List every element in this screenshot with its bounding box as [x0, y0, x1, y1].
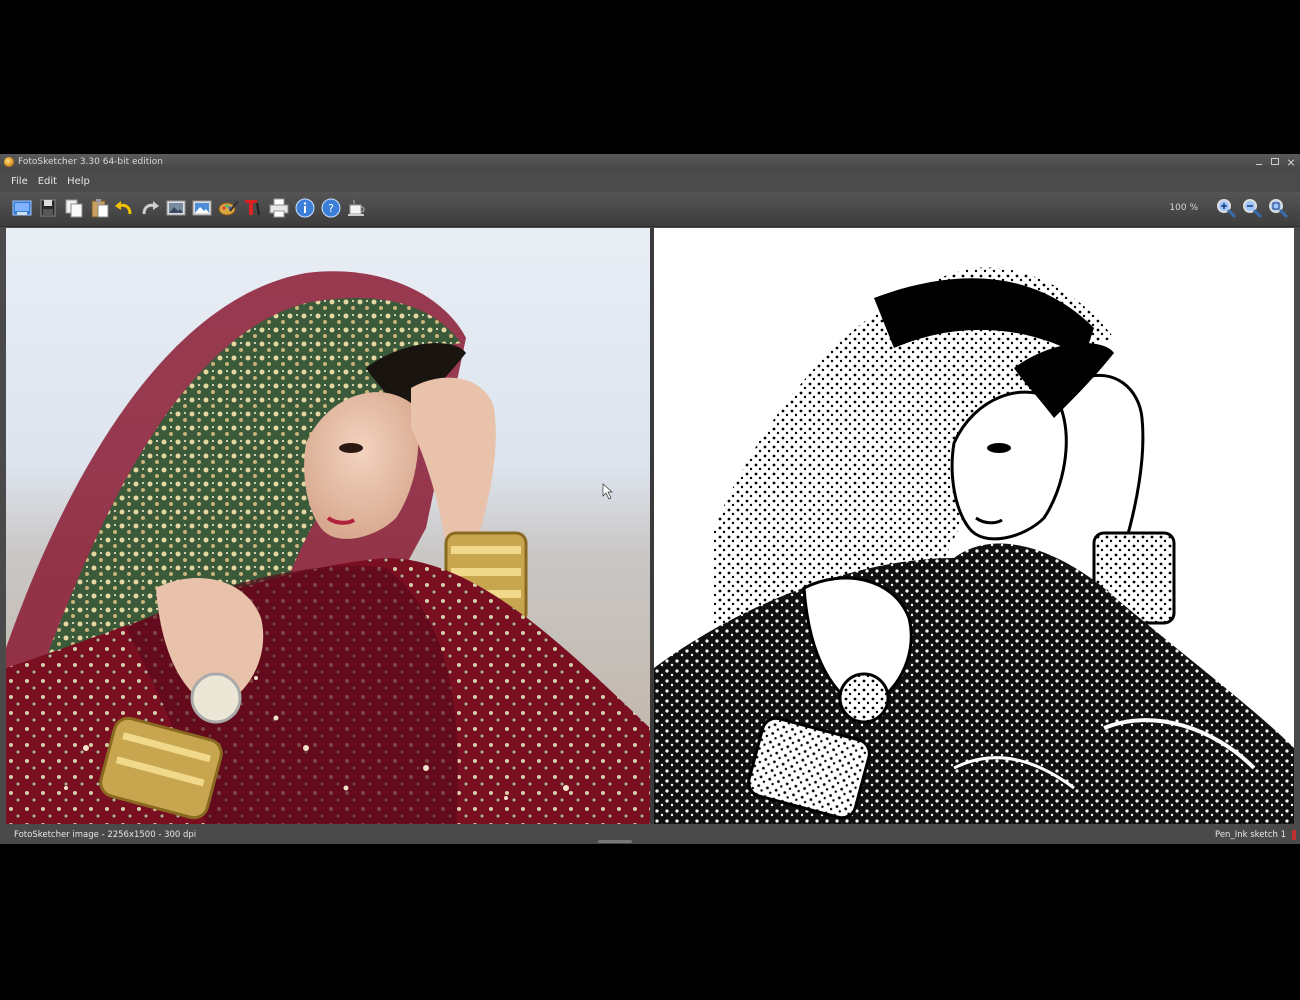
image-info-status: FotoSketcher image - 2256x1500 - 300 dpi — [14, 830, 197, 840]
resize-grip[interactable] — [1292, 830, 1296, 840]
copy-icon[interactable] — [63, 197, 85, 219]
zoom-level: 100 % — [1169, 203, 1198, 213]
drawing-parameters-icon[interactable] — [217, 197, 239, 219]
toolbar: ? 100 % — [0, 192, 1300, 227]
undo-icon[interactable] — [113, 197, 135, 219]
zoom-in-icon[interactable] — [1215, 197, 1237, 219]
info-icon[interactable] — [294, 197, 316, 219]
save-icon[interactable] — [37, 197, 59, 219]
status-bar: FotoSketcher image - 2256x1500 - 300 dpi… — [0, 826, 1300, 844]
show-result-icon[interactable] — [191, 197, 213, 219]
close-button[interactable] — [1286, 154, 1296, 170]
sketch-image — [654, 228, 1294, 824]
menu-edit[interactable]: Edit — [33, 176, 62, 187]
open-image-icon[interactable] — [11, 197, 33, 219]
menu-file[interactable]: File — [6, 176, 33, 187]
show-original-icon[interactable] — [165, 197, 187, 219]
maximize-button[interactable] — [1270, 154, 1280, 170]
title-bar[interactable]: FotoSketcher 3.30 64-bit edition — [0, 154, 1300, 170]
help-icon[interactable]: ? — [320, 197, 342, 219]
donate-coffee-icon[interactable] — [346, 197, 368, 219]
canvas-area — [6, 228, 1294, 824]
print-icon[interactable] — [268, 197, 290, 219]
minimize-button[interactable] — [1254, 154, 1264, 170]
zoom-fit-icon[interactable] — [1267, 197, 1289, 219]
add-text-icon[interactable] — [241, 197, 263, 219]
menu-help[interactable]: Help — [62, 176, 95, 187]
window-title: FotoSketcher 3.30 64-bit edition — [18, 157, 164, 167]
original-photo — [6, 228, 650, 824]
panel-splitter-handle[interactable] — [598, 840, 632, 843]
zoom-out-icon[interactable] — [1241, 197, 1263, 219]
window-controls — [1254, 154, 1296, 170]
original-image-panel[interactable] — [6, 228, 650, 824]
app-window: FotoSketcher 3.30 64-bit edition File Ed… — [0, 154, 1300, 844]
app-logo-icon — [4, 157, 14, 167]
effect-name-status: Pen_Ink sketch 1 — [1215, 830, 1286, 840]
redo-icon[interactable] — [139, 197, 161, 219]
svg-text:?: ? — [328, 202, 334, 215]
paste-icon[interactable] — [89, 197, 111, 219]
sketch-result-panel[interactable] — [654, 228, 1294, 824]
menu-bar: File Edit Help — [0, 170, 1300, 192]
